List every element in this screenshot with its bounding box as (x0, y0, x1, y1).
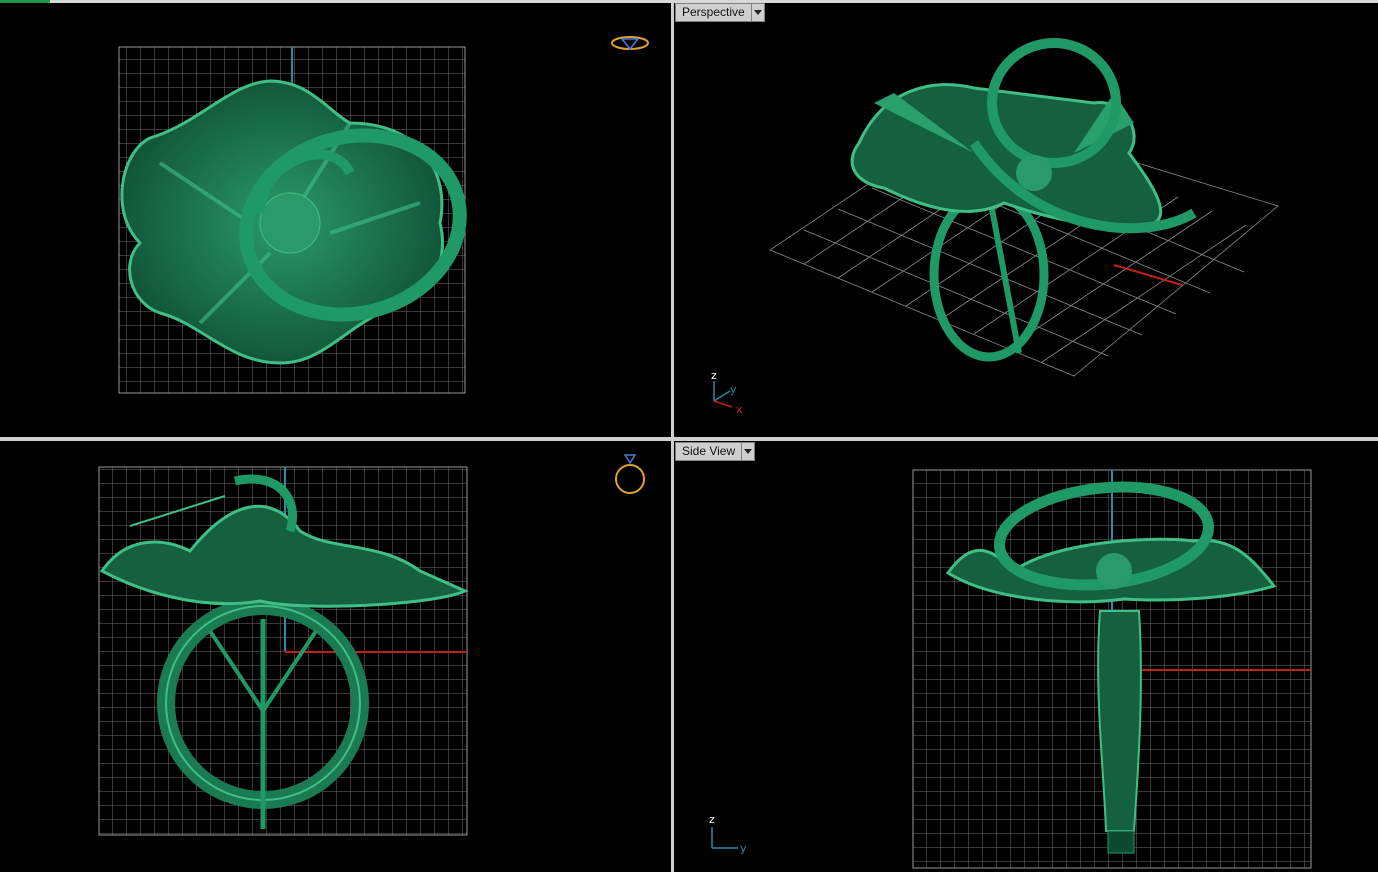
axis-z-label: z (709, 813, 715, 826)
viewport-top[interactable] (0, 3, 671, 437)
viewport-front[interactable] (0, 441, 671, 872)
chevron-down-icon[interactable] (742, 443, 754, 460)
axis-y-label: y (730, 383, 737, 396)
viewport-splitter-horizontal[interactable] (0, 437, 1378, 441)
axis-gizmo-side: z y (709, 813, 747, 855)
axis-y-label: y (740, 842, 747, 855)
viewport-top-canvas (118, 36, 649, 394)
ring-model-perspective[interactable] (850, 38, 1197, 362)
viewport-front-canvas (98, 454, 645, 836)
axis-x-label: x (736, 403, 743, 416)
viewport-perspective[interactable]: Perspective z y x (674, 3, 1378, 437)
axis-z-label: z (711, 369, 717, 382)
ring-front-view-icon[interactable] (615, 454, 645, 494)
perspective-view-selector[interactable]: Perspective (675, 3, 765, 22)
viewport-side[interactable]: Side View z y (674, 441, 1378, 872)
side-view-label: Side View (676, 443, 743, 460)
side-view-selector[interactable]: Side View (675, 442, 756, 461)
chevron-down-icon[interactable] (752, 4, 764, 21)
viewport-side-canvas: z y (709, 469, 1312, 869)
axis-gizmo-perspective: z y x (711, 369, 743, 416)
viewport-perspective-canvas: z y x (711, 38, 1279, 416)
perspective-view-label: Perspective (676, 4, 752, 21)
ring-top-view-icon[interactable] (611, 36, 649, 51)
